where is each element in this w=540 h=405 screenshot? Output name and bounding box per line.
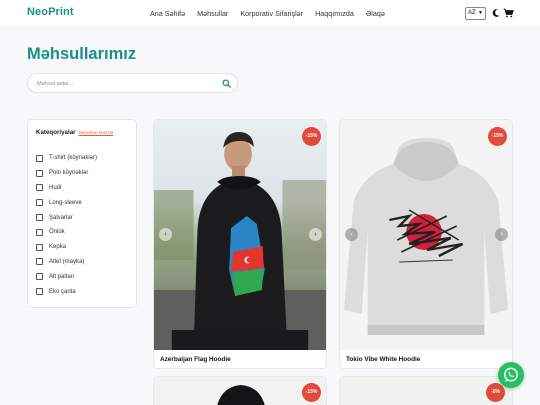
- image-prev-button[interactable]: ‹: [159, 228, 172, 241]
- category-item[interactable]: Eko çanta: [36, 284, 97, 299]
- whatsapp-icon: [504, 367, 518, 382]
- category-filter-panel: Kateqoriyalar Seçimləri təmizlə T-shirt …: [27, 119, 137, 308]
- nav-home[interactable]: Ana Səhifə: [150, 9, 185, 18]
- image-next-button[interactable]: ›: [309, 228, 322, 241]
- category-item[interactable]: T-shirt (köynəklər): [36, 151, 97, 166]
- category-label: Atlet (mayka): [49, 258, 85, 265]
- product-card[interactable]: -15% ‹ › Azerbaijan Flag Hoodie: [153, 119, 327, 369]
- category-item[interactable]: Önlük: [36, 225, 97, 240]
- nav-products[interactable]: Məhsullar: [197, 9, 228, 18]
- nav-about[interactable]: Haqqımızda: [315, 9, 354, 18]
- language-value: AZ: [468, 10, 476, 16]
- top-navbar: NeoPrint Ana Səhifə Məhsullar Korporativ…: [0, 0, 540, 28]
- category-label: Polo köynəklər: [49, 170, 89, 177]
- category-checkbox[interactable]: [36, 228, 43, 236]
- product-card[interactable]: -15% ‹ › Tokio Vibe White Hoodie: [339, 119, 513, 369]
- category-item[interactable]: Şalvarlar: [36, 210, 97, 225]
- clear-filters-link[interactable]: Seçimləri təmizlə: [79, 130, 114, 135]
- image-next-button[interactable]: ›: [495, 228, 508, 241]
- category-label: T-shirt (köynəklər): [49, 155, 98, 162]
- category-checkbox[interactable]: [36, 154, 43, 162]
- nav-corporate-orders[interactable]: Korporativ Sifarişlər: [240, 9, 303, 18]
- category-label: Hudi: [49, 184, 62, 191]
- category-checkbox[interactable]: [36, 273, 43, 281]
- chevron-down-icon: ▼: [478, 10, 483, 16]
- category-checkbox[interactable]: [36, 169, 43, 177]
- category-checkbox[interactable]: [36, 214, 43, 222]
- category-label: Kepka: [49, 244, 67, 251]
- image-prev-button[interactable]: ‹: [345, 228, 358, 241]
- category-label: Önlük: [49, 229, 65, 236]
- logo[interactable]: NeoPrint: [27, 6, 74, 18]
- category-item[interactable]: Atlet (mayka): [36, 255, 97, 270]
- category-checkbox[interactable]: [36, 184, 43, 192]
- category-item[interactable]: Polo köynəklər: [36, 166, 97, 181]
- category-checkbox[interactable]: [36, 243, 43, 251]
- cart-icon[interactable]: [503, 8, 514, 18]
- product-image[interactable]: [340, 120, 512, 350]
- product-name[interactable]: Azerbaijan Flag Hoodie: [160, 356, 231, 363]
- search-icon[interactable]: [222, 79, 231, 88]
- category-label: Alt paltarı: [49, 273, 75, 280]
- category-checkbox[interactable]: [36, 258, 43, 266]
- product-card[interactable]: -5%: [339, 376, 513, 405]
- moon-icon[interactable]: [491, 8, 501, 18]
- discount-badge: -15%: [302, 383, 321, 402]
- category-list: T-shirt (köynəklər) Polo köynəklər Hudi …: [36, 151, 97, 299]
- main-nav: Ana Səhifə Məhsullar Korporativ Sifarişl…: [150, 9, 385, 18]
- discount-badge: -15%: [302, 127, 321, 146]
- whatsapp-button[interactable]: [498, 362, 524, 388]
- search-input[interactable]: [37, 78, 207, 89]
- category-item[interactable]: Alt paltarı: [36, 269, 97, 284]
- category-item[interactable]: Long-sleeve: [36, 195, 97, 210]
- filter-title: Kateqoriyalar: [36, 129, 76, 136]
- category-label: Long-sleeve: [49, 199, 82, 206]
- filter-header: Kateqoriyalar Seçimləri təmizlə: [36, 129, 113, 136]
- discount-badge: -15%: [488, 127, 507, 146]
- product-image[interactable]: [154, 120, 326, 350]
- category-label: Eko çanta: [49, 288, 76, 295]
- category-item[interactable]: Kepka: [36, 240, 97, 255]
- language-select[interactable]: AZ ▼: [465, 7, 486, 20]
- category-checkbox[interactable]: [36, 288, 43, 296]
- product-name[interactable]: Tokio Vibe White Hoodie: [346, 356, 420, 363]
- category-item[interactable]: Hudi: [36, 181, 97, 196]
- product-card[interactable]: -15%: [153, 376, 327, 405]
- nav-contact[interactable]: Əlaqə: [366, 9, 385, 18]
- product-image[interactable]: [154, 377, 326, 405]
- category-checkbox[interactable]: [36, 199, 43, 207]
- category-label: Şalvarlar: [49, 214, 73, 221]
- page-title: Məhsullarımız: [27, 45, 137, 63]
- search-bar: [27, 73, 238, 93]
